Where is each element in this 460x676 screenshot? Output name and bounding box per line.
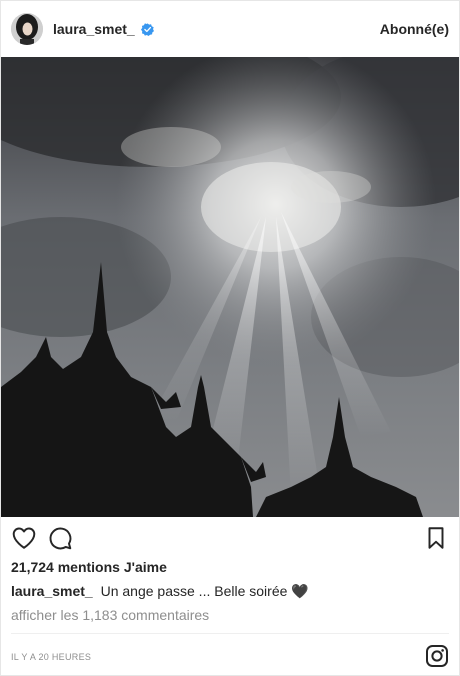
follow-status-button[interactable]: Abonné(e) bbox=[380, 21, 449, 37]
instagram-post-card: laura_smet_ Abonné(e) 21,724 mentions J'… bbox=[0, 0, 460, 676]
post-actions-bar bbox=[1, 521, 459, 555]
instagram-icon[interactable] bbox=[425, 644, 449, 668]
caption-text: Un ange passe ... Belle soirée 🖤 bbox=[100, 583, 309, 599]
caption-username[interactable]: laura_smet_ bbox=[11, 583, 93, 599]
likes-count[interactable]: 21,724 mentions J'aime bbox=[11, 559, 167, 575]
username-link[interactable]: laura_smet_ bbox=[53, 21, 135, 37]
post-caption: laura_smet_ Un ange passe ... Belle soir… bbox=[11, 583, 449, 600]
verified-badge-icon bbox=[140, 22, 154, 36]
post-timestamp[interactable]: IL Y A 20 HEURES bbox=[11, 652, 91, 662]
bookmark-icon[interactable] bbox=[423, 525, 449, 551]
comment-icon[interactable] bbox=[47, 525, 73, 551]
avatar[interactable] bbox=[11, 13, 43, 45]
heart-icon[interactable] bbox=[11, 525, 37, 551]
view-comments-link[interactable]: afficher les 1,183 commentaires bbox=[11, 607, 209, 623]
post-photo[interactable] bbox=[1, 57, 459, 517]
post-header: laura_smet_ Abonné(e) bbox=[1, 1, 459, 57]
divider bbox=[11, 633, 449, 634]
